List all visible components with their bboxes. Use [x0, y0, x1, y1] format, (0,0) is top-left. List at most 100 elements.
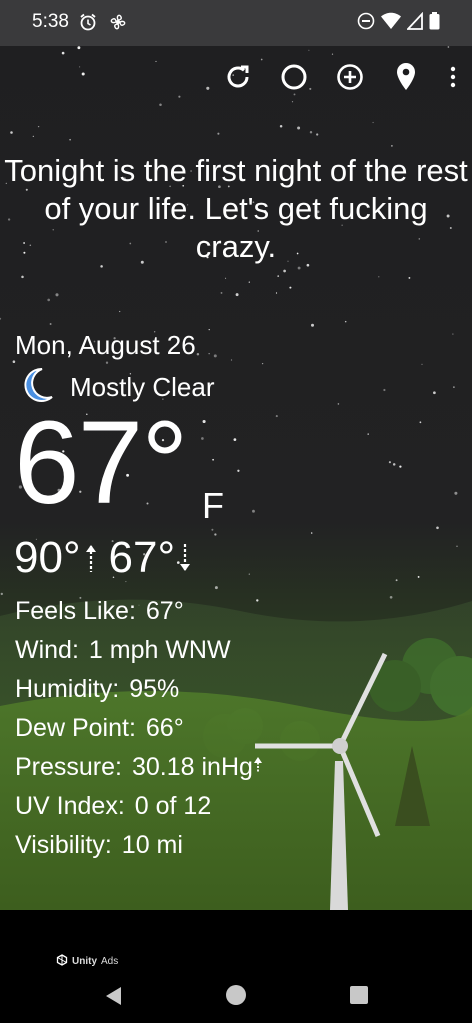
star: [155, 60, 157, 62]
star: [310, 532, 313, 534]
fan-icon: [108, 12, 128, 37]
star: [159, 103, 162, 106]
star: [37, 125, 40, 128]
temperature-unit: F: [202, 485, 224, 526]
pressure-trend-up-icon: [253, 753, 263, 781]
star: [32, 135, 34, 137]
star: [202, 419, 206, 424]
detail-feels-like: Feels Like: 67°: [15, 597, 184, 625]
date-label: Mon, August 26: [15, 330, 196, 360]
star: [55, 293, 59, 297]
star: [196, 352, 200, 356]
star: [178, 95, 181, 98]
star: [0, 317, 2, 320]
cell-signal-icon: [405, 11, 423, 35]
star: [378, 276, 380, 278]
star: [47, 298, 51, 302]
star: [277, 275, 280, 277]
star: [235, 293, 239, 297]
home-icon: [226, 985, 246, 1005]
star: [261, 362, 264, 365]
recents-button[interactable]: [350, 986, 368, 1009]
star: [213, 354, 217, 358]
toolbar: [210, 54, 472, 104]
star: [275, 415, 278, 418]
star: [233, 438, 237, 441]
refresh-button[interactable]: [210, 54, 266, 104]
star: [230, 359, 233, 361]
weather-details: Feels Like: 67° Wind: 1 mph WNW Humidity: 9…: [15, 592, 263, 865]
ad-banner[interactable]: Unity Ads: [0, 910, 472, 970]
star: [206, 86, 210, 90]
star: [208, 353, 210, 355]
moon-phase-button[interactable]: [266, 54, 322, 104]
star: [49, 323, 52, 325]
back-button[interactable]: [103, 985, 123, 1012]
star: [408, 276, 411, 279]
star: [392, 463, 396, 466]
recents-icon: [350, 986, 368, 1004]
star: [119, 310, 121, 313]
unity-ads-label: Unity Ads: [56, 954, 118, 969]
star: [453, 386, 455, 388]
star: [367, 433, 369, 435]
star: [69, 138, 71, 141]
star: [81, 72, 85, 76]
back-icon: [106, 987, 121, 1005]
star: [454, 491, 458, 495]
star: [283, 269, 286, 273]
detail-uv-index: UV Index: 0 of 12: [15, 792, 212, 820]
star: [21, 275, 24, 279]
star: [311, 323, 314, 327]
battery-icon: [429, 12, 440, 35]
star: [208, 329, 210, 331]
refresh-icon: [223, 62, 253, 97]
unity-logo-icon: [56, 954, 68, 969]
star: [297, 126, 301, 130]
star: [212, 458, 214, 461]
star: [252, 509, 255, 513]
star: [456, 545, 458, 548]
star: [289, 286, 292, 289]
arrow-down-icon: [179, 543, 191, 573]
status-bar: 5:38: [0, 0, 472, 46]
arrow-up-icon: [85, 543, 97, 573]
star: [225, 277, 227, 279]
more-vert-icon: [450, 65, 456, 94]
star: [201, 437, 204, 440]
navigation-bar: [0, 970, 472, 1023]
star: [220, 291, 223, 294]
star: [337, 403, 340, 405]
star: [383, 388, 386, 392]
star: [399, 465, 402, 468]
star: [309, 131, 313, 134]
star: [452, 333, 454, 335]
add-location-button[interactable]: [322, 54, 378, 104]
star: [279, 125, 283, 128]
current-temperature: 67°: [14, 397, 188, 529]
star: [419, 421, 422, 424]
location-button[interactable]: [378, 54, 434, 104]
star: [344, 320, 347, 323]
more-options-button[interactable]: [434, 54, 472, 104]
star: [297, 266, 301, 270]
status-time: 5:38: [32, 11, 69, 32]
home-button[interactable]: [225, 984, 247, 1011]
star: [391, 145, 393, 147]
star: [316, 133, 319, 136]
high-temp: 90°: [14, 533, 81, 582]
detail-humidity: Humidity: 95%: [15, 675, 180, 703]
star: [447, 46, 450, 48]
star: [308, 49, 310, 51]
star: [421, 363, 423, 365]
star: [79, 66, 81, 68]
add-location-icon: [335, 62, 365, 97]
high-low-row: 90° 67°: [14, 533, 203, 583]
moon-phase-icon: [279, 62, 309, 97]
star: [436, 526, 439, 530]
star: [433, 391, 436, 395]
wifi-icon: [381, 12, 401, 35]
star: [214, 533, 217, 536]
quote-text: Tonight is the first night of the rest o…: [4, 153, 468, 264]
do-not-disturb-icon: [357, 12, 375, 35]
